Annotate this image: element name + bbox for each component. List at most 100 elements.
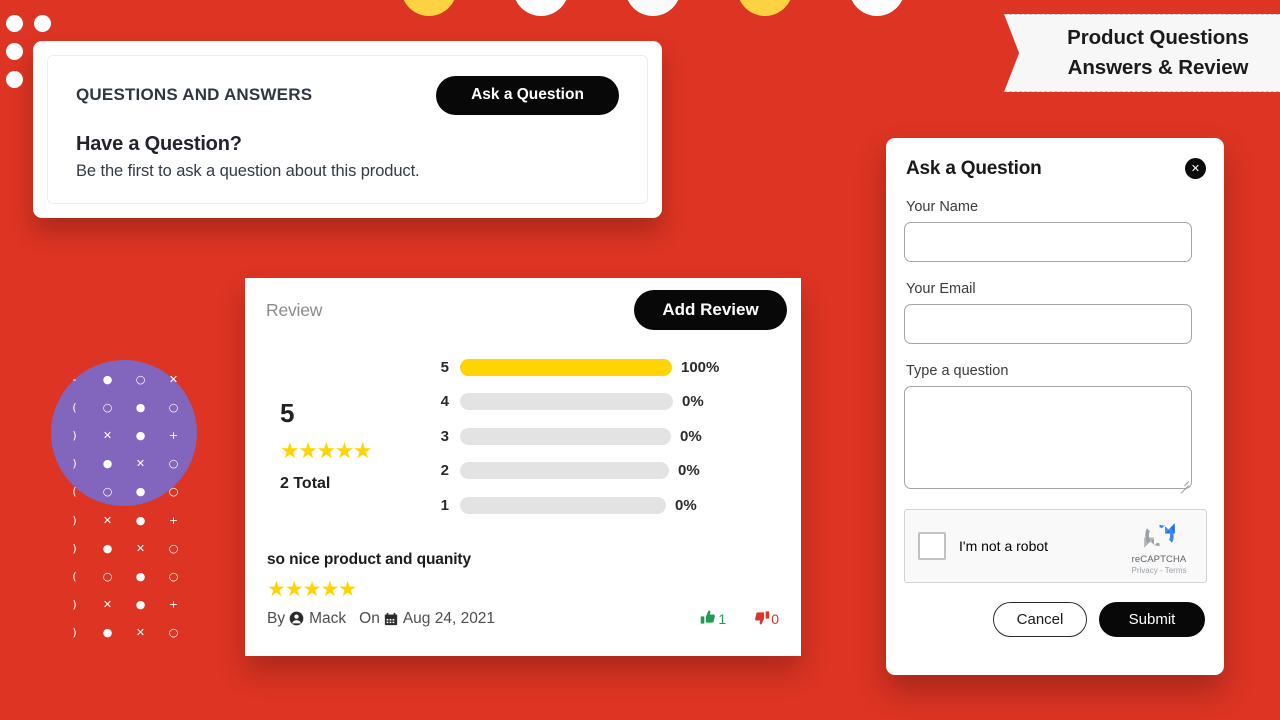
decorative-grid-mark: ) (72, 598, 77, 612)
add-review-button[interactable]: Add Review (634, 290, 787, 330)
decorative-grid-mark: ✕ (102, 598, 113, 612)
decorative-grid-mark: ● (135, 513, 146, 527)
rating-bar-label: 2 (440, 462, 449, 480)
rating-bar-track (460, 496, 666, 514)
recaptcha-legal-links[interactable]: Privacy - Terms (1121, 566, 1197, 575)
review-total-count: 2 Total (280, 475, 331, 492)
decorative-dot-2 (6, 43, 23, 60)
questions-answers-card: QUESTIONS AND ANSWERS Ask a Question Hav… (33, 41, 662, 218)
rating-bar-row: 4 0% (431, 385, 797, 420)
questions-answers-title: QUESTIONS AND ANSWERS (76, 85, 313, 104)
rating-bar-label: 1 (440, 496, 449, 514)
your-email-input[interactable] (904, 304, 1192, 344)
submit-button[interactable]: Submit (1099, 602, 1205, 637)
upvote-control[interactable]: 1 (699, 609, 726, 629)
downvote-control[interactable]: 0 (752, 609, 779, 629)
recaptcha-label: I'm not a robot (959, 538, 1049, 554)
decorative-grid-mark: ○ (168, 626, 179, 640)
decorative-grid-mark: ) (72, 513, 77, 527)
close-icon[interactable]: ✕ (1185, 158, 1206, 179)
review-author: Mack (309, 609, 347, 627)
your-name-input[interactable] (904, 222, 1192, 262)
ribbon-banner: Product Questions Answers & Review (1004, 14, 1280, 92)
decorative-grid-mark: ○ (168, 569, 179, 583)
recaptcha-brand-name: reCAPTCHA (1131, 554, 1187, 565)
rating-bar-fill (460, 358, 672, 376)
type-a-question-textarea[interactable] (904, 386, 1192, 489)
recaptcha-checkbox[interactable] (918, 532, 946, 560)
rating-bar-track (460, 427, 671, 445)
rating-bar-row: 3 0% (431, 419, 797, 454)
ask-a-question-modal: Ask a Question ✕ Your Name Your Email Ty… (886, 138, 1224, 675)
rating-bar-label: 4 (440, 393, 449, 411)
questions-answers-header: QUESTIONS AND ANSWERS Ask a Question (76, 72, 619, 118)
have-a-question-description: Be the first to ask a question about thi… (76, 162, 420, 180)
rating-bar-percent: 0% (682, 393, 704, 411)
decorative-grid-mark: + (168, 513, 179, 527)
review-rating-bars: 5 100% 4 0% 3 0% 2 0% 1 0% (431, 348, 801, 523)
rating-bar-percent: 0% (680, 427, 702, 445)
recaptcha-widget: I'm not a robot reCAPTCHA Privacy - Term… (904, 509, 1207, 583)
rating-bar-row: 2 0% (431, 454, 797, 489)
rating-bar-label: 3 (440, 427, 449, 445)
decorative-top-circle-0 (401, 0, 457, 16)
review-vote-controls: 1 0 (699, 609, 779, 629)
rating-bar-label: 5 (440, 358, 449, 376)
review-date: Aug 24, 2021 (402, 609, 496, 627)
decorative-top-circle-3 (737, 0, 793, 16)
decorative-grid-mark: ✕ (135, 626, 146, 640)
decorative-dot-1 (34, 15, 51, 32)
ribbon-line-1: Product Questions (1067, 26, 1249, 50)
user-icon (289, 611, 304, 626)
review-by-label: By (267, 609, 286, 627)
modal-title: Ask a Question (906, 158, 1042, 179)
decorative-dot-3 (6, 71, 23, 88)
recaptcha-branding: reCAPTCHA Privacy - Terms (1121, 518, 1197, 575)
modal-actions: Cancel Submit (904, 602, 1206, 637)
decorative-grid-mark: ● (102, 541, 113, 555)
review-on-label: On (359, 609, 380, 627)
questions-answers-inner-panel: QUESTIONS AND ANSWERS Ask a Question Hav… (47, 55, 648, 204)
review-card: Review Add Review 5 ★★★★★ 2 Total 5 100% 4… (245, 278, 801, 656)
review-item-stars-icon: ★★★★★ (267, 576, 357, 601)
decorative-top-circle-1 (513, 0, 569, 16)
decorative-grid-mark: ) (72, 541, 77, 555)
modal-header: Ask a Question ✕ (904, 158, 1206, 180)
decorative-grid-mark: + (168, 598, 179, 612)
decorative-grid-mark: ( (72, 569, 77, 583)
decorative-dot-0 (6, 15, 23, 32)
rating-bar-track (460, 358, 672, 376)
thumbs-up-icon (700, 609, 717, 629)
decorative-purple-circle (51, 360, 197, 506)
downvote-count: 0 (771, 610, 779, 627)
your-email-label: Your Email (906, 281, 976, 297)
decorative-grid-mark: ● (135, 569, 146, 583)
decorative-top-circle-2 (625, 0, 681, 16)
review-header-title: Review (266, 299, 323, 320)
question-textarea-wrapper (904, 386, 1192, 494)
decorative-top-circle-4 (849, 0, 905, 16)
type-a-question-label: Type a question (906, 363, 1009, 379)
review-rating-summary-section: 5 ★★★★★ 2 Total 5 100% 4 0% 3 0% 2 0% 1 0% (245, 330, 801, 523)
decorative-grid-mark: ✕ (135, 541, 146, 555)
rating-bar-percent: 100% (681, 358, 720, 376)
rating-bar-track (460, 393, 673, 411)
rating-bar-row: 1 0% (431, 488, 797, 523)
cancel-button[interactable]: Cancel (993, 602, 1087, 637)
decorative-grid-mark: ✕ (102, 513, 113, 527)
decorative-grid-mark: ● (102, 626, 113, 640)
recaptcha-logo-icon (1121, 518, 1197, 553)
decorative-grid-mark: ● (135, 598, 146, 612)
review-average-stars-icon: ★★★★★ (280, 439, 373, 464)
review-list-item: so nice product and quanity ★★★★★ By Mac… (245, 523, 801, 629)
thumbs-down-icon (753, 609, 770, 629)
upvote-count: 1 (718, 610, 727, 627)
calendar-icon (384, 612, 398, 626)
ask-a-question-button[interactable]: Ask a Question (436, 75, 619, 115)
ribbon-line-2: Answers & Review (1067, 56, 1249, 79)
review-item-meta: By Mack On Aug 24, 2021 1 0 (267, 609, 779, 629)
rating-bar-percent: 0% (675, 496, 697, 514)
review-average-summary: 5 ★★★★★ 2 Total (245, 348, 431, 523)
have-a-question-heading: Have a Question? (76, 133, 242, 155)
your-name-label: Your Name (906, 199, 979, 215)
